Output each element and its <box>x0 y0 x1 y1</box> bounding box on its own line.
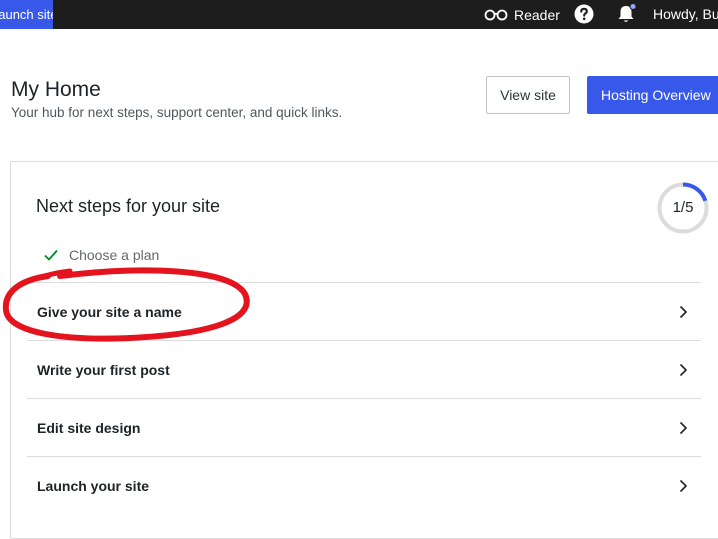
reader-label: Reader <box>514 6 560 23</box>
next-steps-card: Next steps for your site 1/5 Choose a pl… <box>10 161 718 539</box>
bell-icon[interactable] <box>616 3 638 25</box>
task-label: Edit site design <box>37 420 141 436</box>
task-give-site-name[interactable]: Give your site a name <box>27 282 701 340</box>
chevron-right-icon <box>679 305 688 319</box>
page-subtitle: Your hub for next steps, support center,… <box>11 105 343 120</box>
completed-item-choose-plan: Choose a plan <box>43 244 159 266</box>
launch-site-button[interactable]: Launch site <box>0 0 53 29</box>
task-label: Write your first post <box>37 362 170 378</box>
chevron-right-icon <box>679 479 688 493</box>
admin-bar: Launch site Reader Howdy, Buck <box>0 0 718 29</box>
completed-item-label: Choose a plan <box>69 247 160 263</box>
hosting-overview-button[interactable]: Hosting Overview <box>587 76 718 114</box>
help-circle-icon[interactable] <box>574 4 594 24</box>
chevron-right-icon <box>679 421 688 435</box>
account-greeting[interactable]: Howdy, Buck <box>653 0 718 29</box>
page-title: My Home <box>11 78 101 101</box>
chevron-right-icon <box>679 363 688 377</box>
task-label: Launch your site <box>37 478 150 494</box>
card-title: Next steps for your site <box>36 196 221 216</box>
reader-link[interactable]: Reader <box>484 0 560 29</box>
glasses-icon <box>484 9 508 20</box>
task-launch-site[interactable]: Launch your site <box>27 456 701 514</box>
view-site-button[interactable]: View site <box>486 76 570 114</box>
task-edit-site-design[interactable]: Edit site design <box>27 398 701 456</box>
task-write-first-post[interactable]: Write your first post <box>27 340 701 398</box>
progress-count: 1/5 <box>672 199 694 216</box>
task-label: Give your site a name <box>37 304 182 320</box>
checkmark-icon <box>44 249 58 261</box>
